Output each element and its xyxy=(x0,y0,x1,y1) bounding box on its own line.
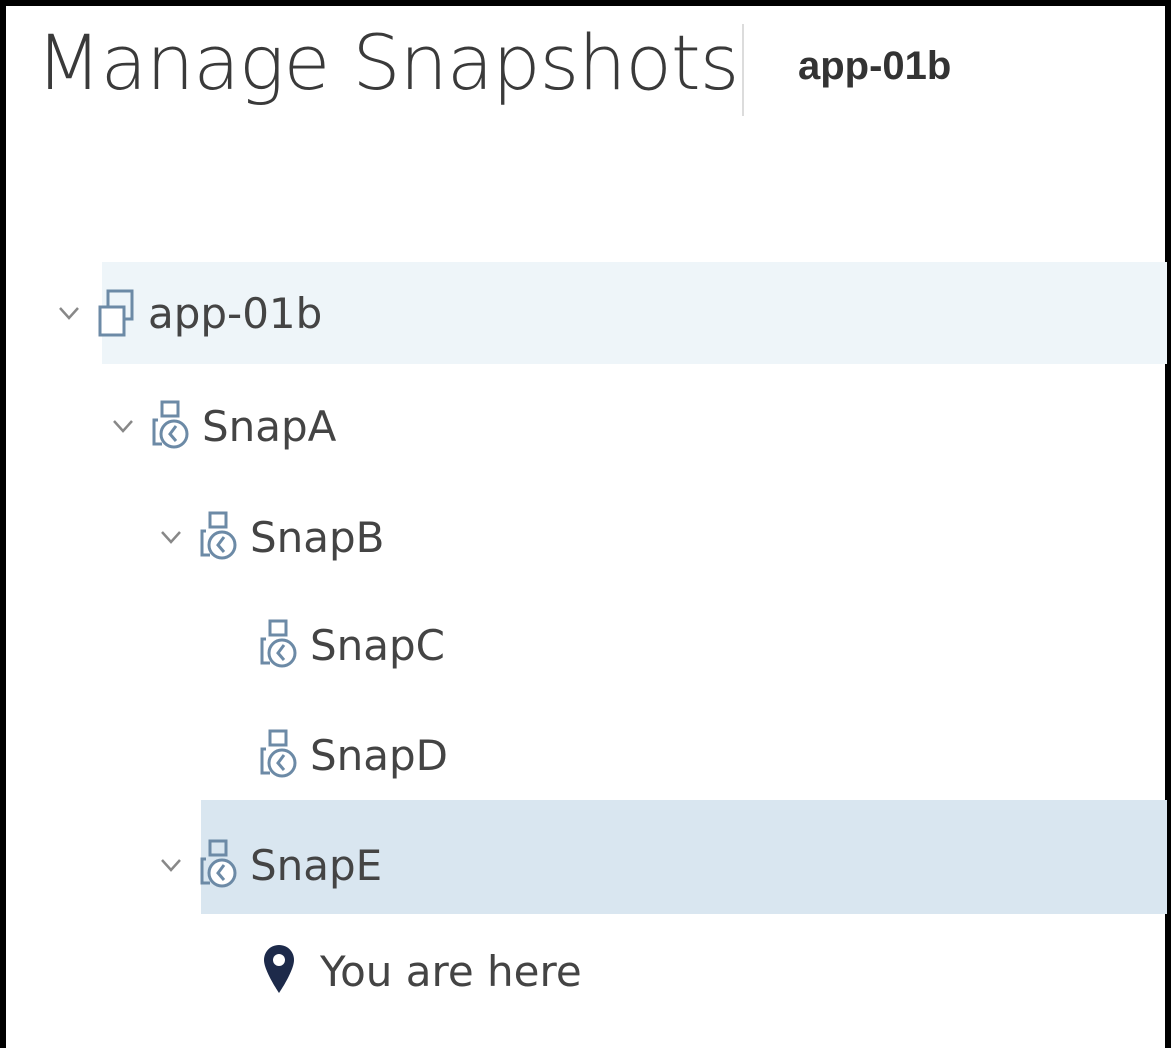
tree-node-label: SnapB xyxy=(250,512,385,562)
snapshot-icon xyxy=(148,398,194,454)
tree-node-label: SnapD xyxy=(310,730,449,780)
tree-node-label: SnapE xyxy=(250,840,383,890)
current-state-label: You are here xyxy=(320,946,582,996)
tree-node-label: SnapC xyxy=(310,620,446,670)
snapshot-icon xyxy=(256,617,302,673)
tree-node-snapshot-d[interactable]: SnapD xyxy=(256,720,448,790)
chevron-down-icon[interactable] xyxy=(56,300,82,326)
chevron-down-icon[interactable] xyxy=(158,524,184,550)
current-state-marker: You are here xyxy=(262,936,582,1006)
tree-node-snapshot-a[interactable]: SnapA xyxy=(110,391,336,461)
snapshot-icon xyxy=(196,509,242,565)
tree-node-label: SnapA xyxy=(202,401,337,451)
tree-node-vm[interactable]: app-01b xyxy=(56,278,322,348)
tree-node-snapshot-c[interactable]: SnapC xyxy=(256,610,445,680)
chevron-down-icon[interactable] xyxy=(110,413,136,439)
tree-node-label: app-01b xyxy=(148,288,323,338)
snapshot-tree: app-01b SnapA SnapB SnapC SnapD SnapE Yo… xyxy=(6,6,1171,1054)
tree-node-snapshot-b[interactable]: SnapB xyxy=(158,502,385,572)
location-pin-icon xyxy=(262,943,296,999)
snapshot-icon xyxy=(196,837,242,893)
snapshot-icon xyxy=(256,727,302,783)
tree-node-snapshot-e[interactable]: SnapE xyxy=(158,830,382,900)
window-frame: Manage Snapshots app-01b app-01b SnapA S… xyxy=(0,0,1171,1048)
vm-icon xyxy=(94,285,140,341)
chevron-down-icon[interactable] xyxy=(158,852,184,878)
